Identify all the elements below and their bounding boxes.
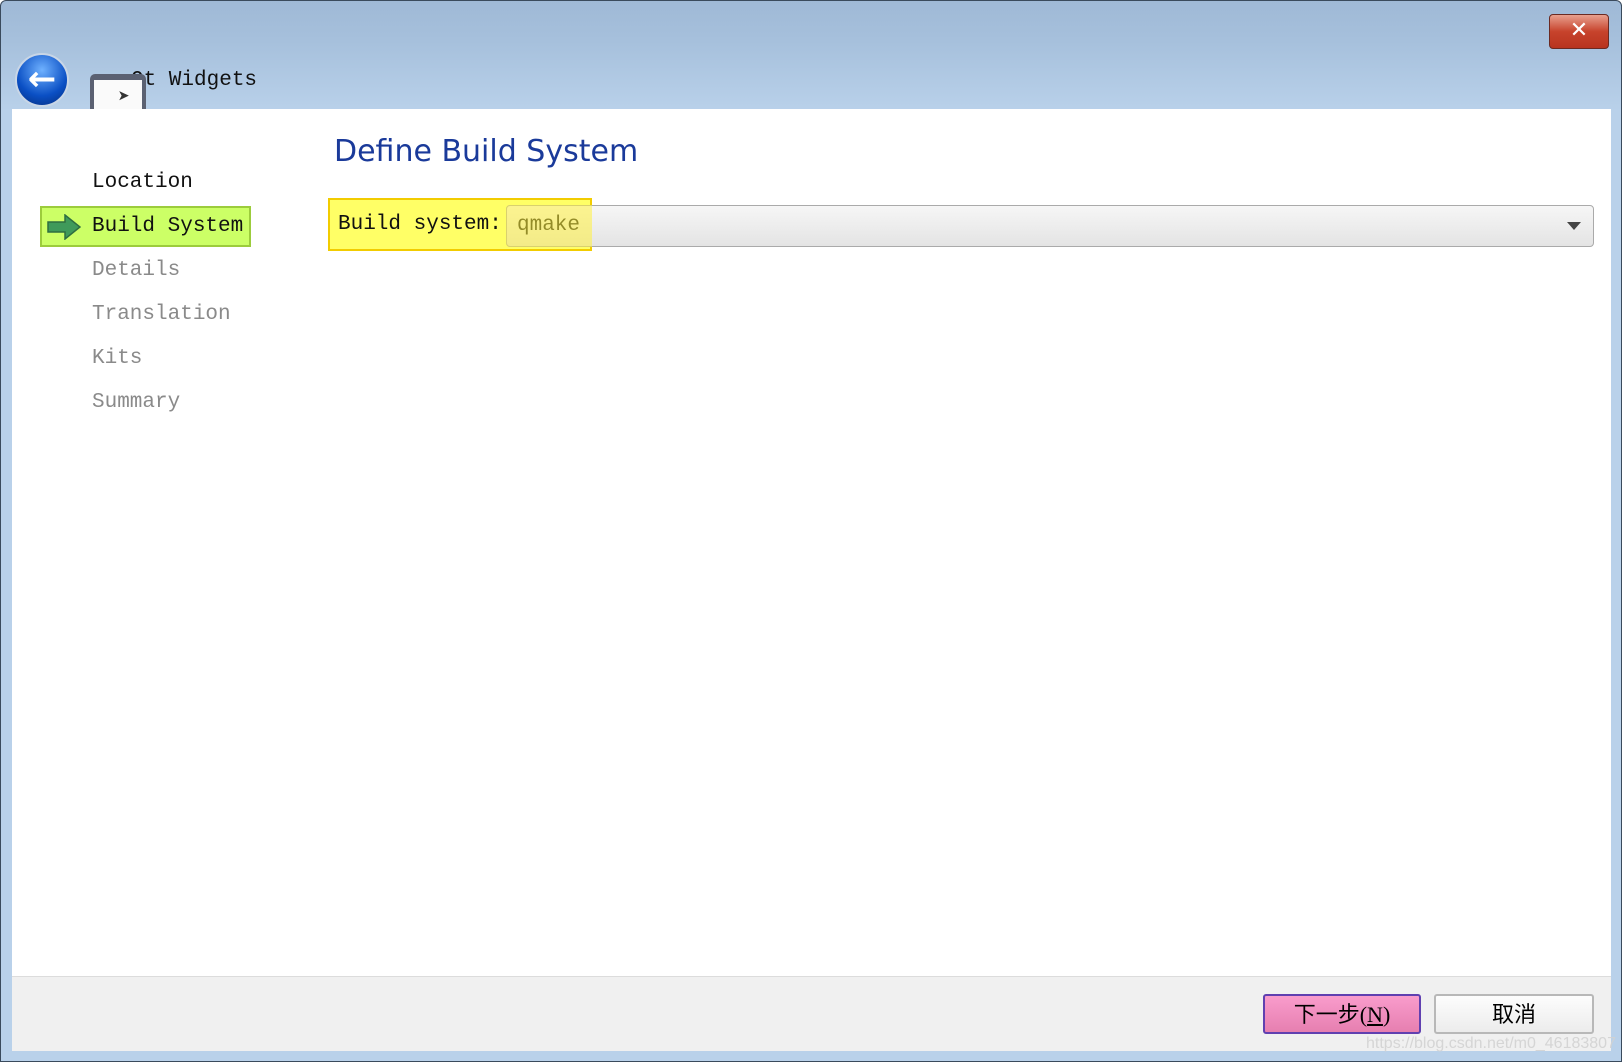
chevron-down-icon [1567, 222, 1581, 230]
step-details: Details [92, 259, 181, 282]
step-build-system: Build System [92, 215, 244, 238]
window-title: Qt Widgets [131, 69, 258, 92]
next-label-suffix: ) [1382, 1002, 1391, 1027]
step-summary: Summary [92, 391, 181, 414]
close-icon: ✕ [1569, 18, 1589, 43]
cursor-icon: ➤ [118, 87, 131, 110]
build-system-label: Build system: [338, 213, 502, 236]
next-mnemonic: N [1367, 1002, 1383, 1027]
wizard-window: ✕ ← Qt Widgets ➤ Location Build System D… [0, 0, 1622, 1062]
current-step-arrow-icon [47, 214, 81, 240]
next-label: 下一步( [1293, 1002, 1368, 1027]
next-button[interactable]: 下一步(N) [1263, 994, 1421, 1034]
build-system-dropdown[interactable]: qmake [506, 205, 1594, 247]
step-kits: Kits [92, 347, 143, 370]
page-title: Define Build System [334, 134, 639, 169]
step-location: Location [92, 171, 193, 194]
back-button[interactable]: ← [15, 53, 69, 107]
watermark: https://blog.csdn.net/m0_46183807 [1366, 1035, 1616, 1052]
close-button[interactable]: ✕ [1549, 14, 1609, 49]
app-window-icon: ➤ [90, 74, 146, 110]
step-translation: Translation [92, 303, 231, 326]
back-arrow-icon: ← [27, 59, 57, 99]
value-highlight [506, 205, 592, 247]
cancel-button[interactable]: 取消 [1434, 994, 1594, 1034]
